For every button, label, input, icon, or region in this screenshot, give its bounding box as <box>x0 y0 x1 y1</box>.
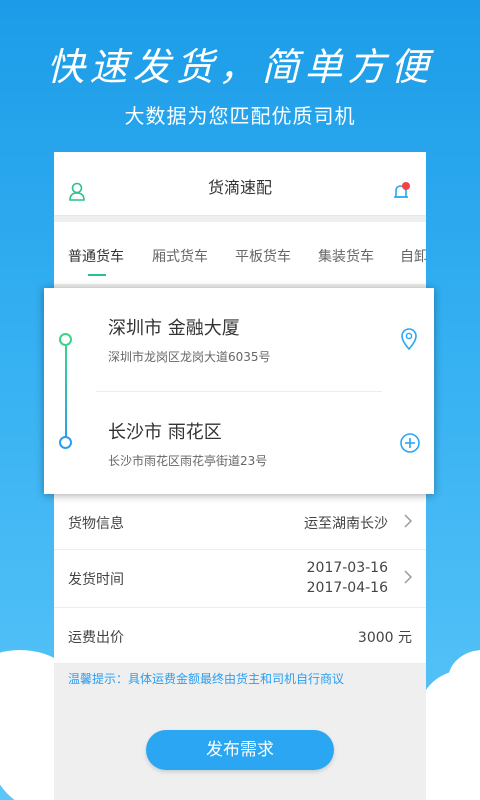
cargo-info-value: 运至湖南长沙 <box>304 516 388 532</box>
freight-price-row[interactable]: 运费出价 3000 元 <box>54 608 426 664</box>
ship-time-label: 发货时间 <box>68 572 124 588</box>
promo-headline: 快速发货，简单方便 <box>46 45 434 89</box>
chevron-right-icon <box>404 569 413 588</box>
destination-dot <box>59 436 72 449</box>
truck-type-tabs: 普通货车 厢式货车 平板货车 集装货车 自卸 <box>54 222 426 284</box>
route-card: 深圳市 金融大厦 深圳市龙岗区龙岗大道6035号 长沙市 雨花区 长沙市雨花区雨… <box>44 288 434 494</box>
route-divider <box>96 391 382 392</box>
cargo-info-label: 货物信息 <box>68 516 124 532</box>
ship-time-value: 2017-03-16 2017-04-16 <box>307 558 388 598</box>
tab-container-truck[interactable]: 集装货车 <box>318 246 374 266</box>
location-pin-icon[interactable] <box>400 328 418 354</box>
active-tab-indicator <box>88 274 106 276</box>
tab-flatbed-truck[interactable]: 平板货车 <box>235 246 291 266</box>
destination-city[interactable]: 长沙市 雨花区 <box>108 418 222 444</box>
freight-price-value: 3000 元 <box>357 630 412 646</box>
tab-dump-truck[interactable]: 自卸 <box>400 246 426 266</box>
app-bar: 货滴速配 <box>54 152 426 216</box>
publish-button[interactable]: 发布需求 <box>146 730 334 770</box>
origin-address[interactable]: 深圳市龙岗区龙岗大道6035号 <box>108 348 271 365</box>
origin-city[interactable]: 深圳市 金融大厦 <box>108 314 240 340</box>
add-stop-icon[interactable] <box>399 432 421 458</box>
route-line <box>65 346 67 440</box>
freight-price-label: 运费出价 <box>68 630 124 646</box>
tab-box-truck[interactable]: 厢式货车 <box>152 246 208 266</box>
destination-address[interactable]: 长沙市雨花区雨花亭街道23号 <box>108 452 267 469</box>
app-title: 货滴速配 <box>207 178 272 197</box>
ship-time-start: 2017-03-16 <box>306 560 388 576</box>
cargo-info-row[interactable]: 货物信息 运至湖南长沙 <box>54 494 426 550</box>
order-form: 货物信息 运至湖南长沙 发货时间 2017-03-16 2017-04-16 运… <box>54 494 426 664</box>
origin-dot <box>59 333 72 346</box>
chevron-right-icon <box>404 513 413 532</box>
notification-icon[interactable] <box>392 181 412 207</box>
tip-text: 温馨提示：具体运费金额最终由货主和司机自行商议 <box>68 672 345 686</box>
promo-subline: 大数据为您匹配优质司机 <box>124 104 356 128</box>
ship-time-end: 2017-04-16 <box>306 580 388 596</box>
ship-time-row[interactable]: 发货时间 2017-03-16 2017-04-16 <box>54 550 426 608</box>
tab-normal-truck[interactable]: 普通货车 <box>68 246 124 266</box>
